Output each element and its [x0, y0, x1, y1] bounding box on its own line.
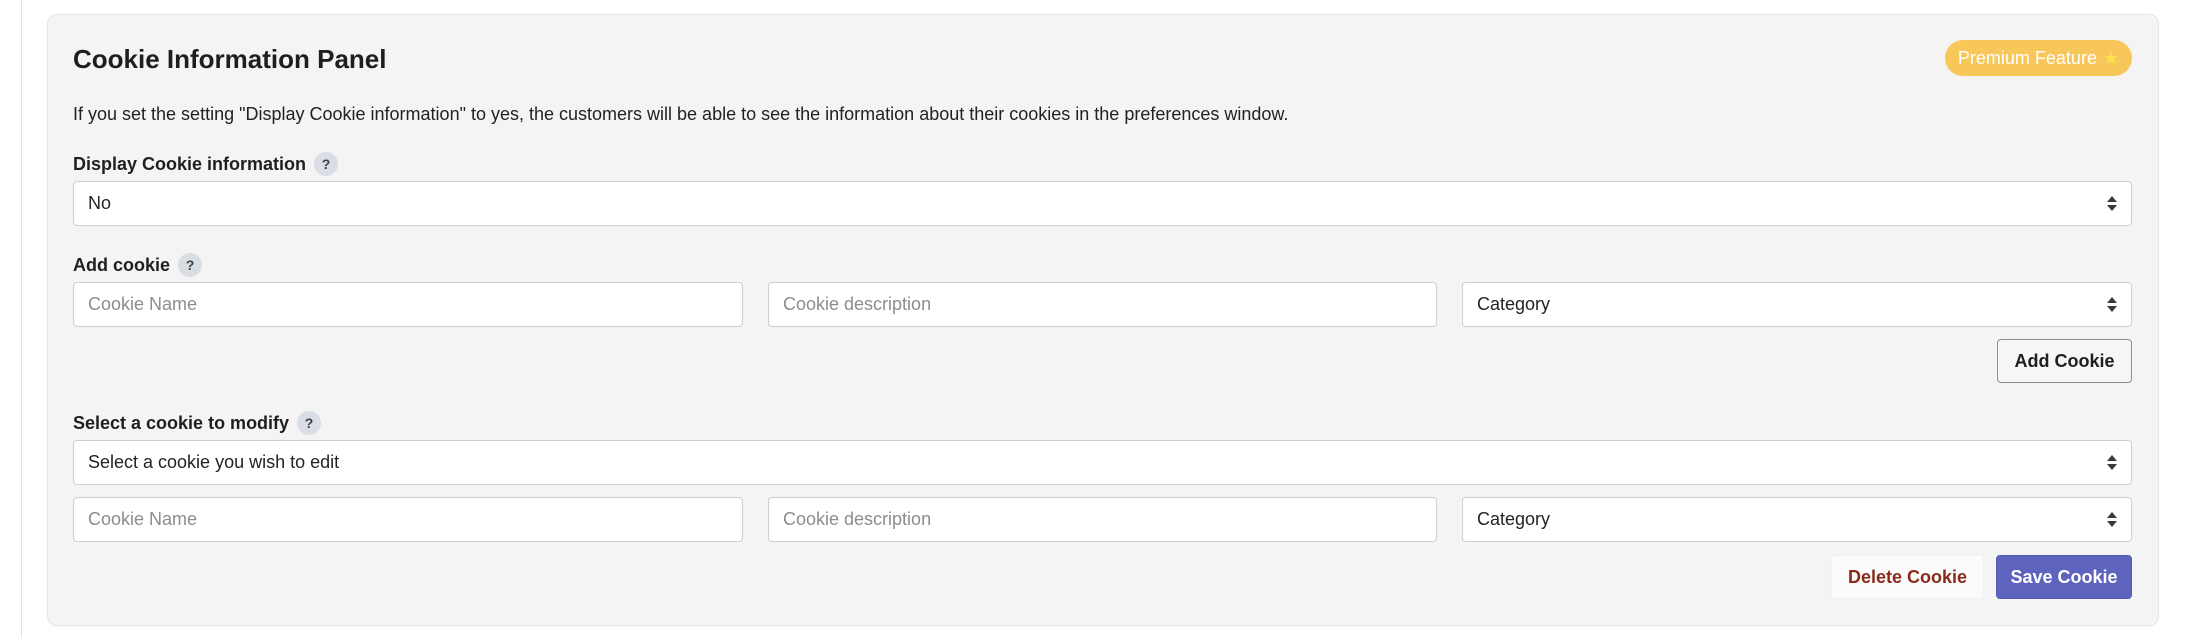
- add-cookie-label-text: Add cookie: [73, 255, 171, 275]
- modify-cookie-category-select[interactable]: Category: [1462, 497, 2132, 542]
- modify-cookie-description-input[interactable]: Cookie description: [768, 497, 1437, 542]
- modify-cookie-label-text: Select a cookie to modify: [73, 413, 290, 433]
- panel-description: If you set the setting "Display Cookie i…: [73, 104, 1289, 124]
- add-cookie-name-input[interactable]: Cookie Name: [73, 282, 743, 327]
- help-icon[interactable]: ?: [178, 253, 203, 277]
- modify-cookie-select[interactable]: Select a cookie you wish to edit: [73, 440, 2132, 485]
- premium-feature-badge: Premium Feature ★: [1945, 40, 2132, 76]
- modify-cookie-label: Select a cookie to modify?: [73, 410, 322, 436]
- add-cookie-button[interactable]: Add Cookie: [1997, 339, 2132, 383]
- add-cookie-label: Add cookie?: [73, 252, 203, 278]
- panel-title: Cookie Information Panel: [73, 44, 387, 74]
- modify-cookie-category-value: Category: [1477, 509, 1551, 529]
- display-cookie-info-label-text: Display Cookie information: [73, 154, 307, 174]
- save-cookie-button[interactable]: Save Cookie: [1996, 555, 2132, 599]
- left-divider: [21, 0, 22, 638]
- display-cookie-info-label: Display Cookie information?: [73, 151, 339, 177]
- help-icon[interactable]: ?: [314, 152, 339, 176]
- premium-badge-label: Premium Feature: [1957, 48, 2097, 68]
- modify-cookie-select-value: Select a cookie you wish to edit: [88, 452, 340, 472]
- select-caret-icon: [2107, 454, 2117, 472]
- help-icon[interactable]: ?: [297, 411, 322, 435]
- add-cookie-category-value: Category: [1477, 294, 1551, 314]
- delete-cookie-button[interactable]: Delete Cookie: [1831, 555, 1984, 599]
- display-cookie-info-value: No: [88, 193, 112, 213]
- add-cookie-description-input[interactable]: Cookie description: [768, 282, 1437, 327]
- star-icon: ★: [2102, 48, 2120, 68]
- add-cookie-category-select[interactable]: Category: [1462, 282, 2132, 327]
- select-caret-icon: [2107, 296, 2117, 314]
- modify-cookie-name-input[interactable]: Cookie Name: [73, 497, 743, 542]
- select-caret-icon: [2107, 195, 2117, 213]
- display-cookie-info-select[interactable]: No: [73, 181, 2132, 226]
- select-caret-icon: [2107, 511, 2117, 529]
